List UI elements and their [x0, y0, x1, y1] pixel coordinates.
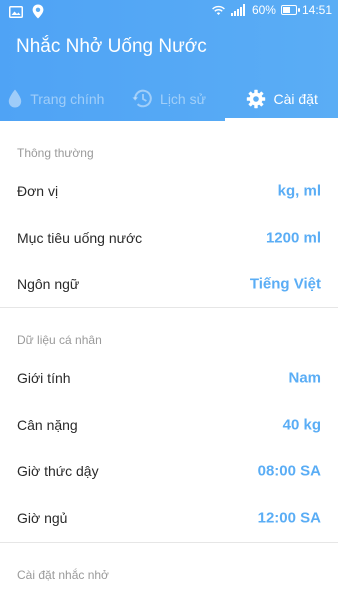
status-bar: 60% 14:51	[0, 0, 338, 24]
section-divider	[0, 542, 338, 543]
app-title: Nhắc Nhở Uống Nước	[16, 36, 207, 57]
setting-row-unit[interactable]: Đơn vị kg, ml	[0, 168, 338, 214]
signal-icon	[230, 4, 247, 16]
tab-settings[interactable]: Cài đặt	[225, 76, 338, 121]
setting-label: Giờ ngủ	[17, 510, 68, 526]
tab-home[interactable]: Trang chính	[0, 76, 113, 121]
section-header-reminder: Cài đặt nhắc nhở	[17, 568, 109, 582]
app-header: 60% 14:51 Nhắc Nhở Uống Nước Trang chính…	[0, 0, 338, 121]
gallery-notification-icon	[9, 5, 23, 18]
section-divider	[0, 307, 338, 308]
setting-row-language[interactable]: Ngôn ngữ Tiếng Việt	[0, 261, 338, 307]
setting-label: Mục tiêu uống nước	[17, 230, 143, 246]
location-icon	[32, 4, 44, 19]
setting-value: 08:00 SA	[257, 462, 321, 480]
setting-label: Cân nặng	[17, 417, 78, 433]
setting-value: 12:00 SA	[257, 509, 321, 527]
setting-value: 1200 ml	[265, 229, 321, 247]
wifi-icon	[211, 4, 226, 16]
section-header-personal: Dữ liệu cá nhân	[17, 333, 102, 347]
battery-icon	[280, 5, 300, 15]
setting-value: 40 kg	[282, 416, 321, 434]
setting-label: Đơn vị	[17, 183, 59, 199]
active-tab-indicator	[225, 118, 338, 121]
setting-label: Giới tính	[17, 370, 71, 386]
setting-row-sleep-time[interactable]: Giờ ngủ 12:00 SA	[0, 495, 338, 541]
setting-value: Nam	[288, 369, 321, 387]
battery-percent: 60%	[251, 3, 276, 17]
setting-row-wake-time[interactable]: Giờ thức dậy 08:00 SA	[0, 448, 338, 494]
clock: 14:51	[301, 3, 332, 17]
water-drop-icon	[8, 89, 22, 108]
setting-value: Tiếng Việt	[249, 275, 321, 293]
tab-history[interactable]: Lịch sử	[113, 76, 226, 121]
setting-row-water-goal[interactable]: Mục tiêu uống nước 1200 ml	[0, 215, 338, 261]
tab-bar: Trang chính Lịch sử Cài đặt	[0, 76, 338, 121]
tab-settings-label: Cài đặt	[273, 90, 318, 107]
history-icon	[132, 89, 152, 108]
setting-label: Ngôn ngữ	[17, 276, 80, 292]
setting-row-weight[interactable]: Cân nặng 40 kg	[0, 402, 338, 448]
tab-history-label: Lịch sử	[160, 90, 206, 107]
setting-row-gender[interactable]: Giới tính Nam	[0, 355, 338, 401]
section-header-general: Thông thường	[17, 146, 94, 160]
setting-label: Giờ thức dậy	[17, 463, 99, 479]
setting-value: kg, ml	[277, 182, 321, 200]
tab-home-label: Trang chính	[30, 90, 105, 107]
gear-icon	[246, 89, 266, 109]
